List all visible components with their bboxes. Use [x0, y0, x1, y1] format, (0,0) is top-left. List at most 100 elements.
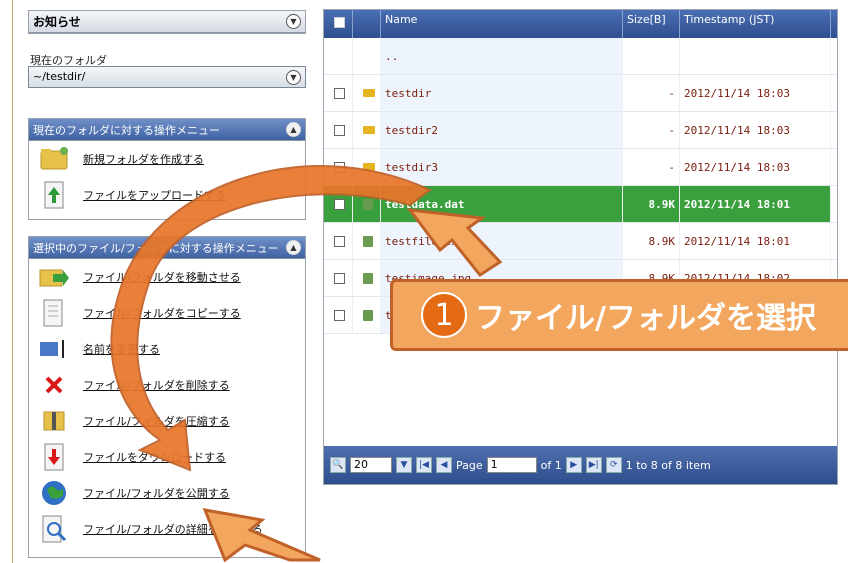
row-size: - [623, 75, 680, 111]
row-checkbox[interactable] [334, 124, 345, 136]
menu-item-label: ファイル/フォルダを削除する [83, 379, 230, 392]
page-input[interactable]: 1 [486, 457, 537, 473]
notice-header[interactable]: お知らせ ▼ [29, 11, 305, 33]
menu-item-download[interactable]: ファイルをダウンロードする [29, 439, 305, 475]
row-name[interactable]: .. [381, 38, 623, 74]
table-row[interactable]: testdata.dat 8.9K 2012/11/14 18:01 [324, 186, 837, 223]
row-size [623, 38, 680, 74]
menu-item-label: ファイル/フォルダをコピーする [83, 307, 241, 320]
row-checkbox[interactable] [334, 87, 345, 99]
row-timestamp: 2012/11/14 18:03 [680, 112, 831, 148]
page-of-label: of 1 [540, 458, 562, 472]
notice-panel: お知らせ ▼ [28, 10, 306, 34]
details-icon [39, 515, 69, 543]
table-row[interactable]: testfile.txt 8.9K 2012/11/14 18:01 [324, 223, 837, 260]
row-size: 8.9K [623, 186, 680, 222]
menu-item-upload[interactable]: ファイルをアップロードする [29, 177, 305, 213]
step-number: 1 [421, 292, 467, 338]
menu-item-move[interactable]: ファイル/フォルダを移動させる [29, 259, 305, 295]
column-header-timestamp[interactable]: Timestamp (JST) [680, 10, 831, 38]
page-label: Page [456, 458, 483, 472]
row-icon-cell [353, 112, 381, 148]
file-icon [363, 198, 373, 210]
selection-menu-title: 選択中のファイル/フォルダに対する操作メニュー [33, 241, 279, 255]
menu-item-label: ファイル/フォルダを公開する [83, 487, 230, 500]
chevron-down-icon[interactable]: ▼ [286, 14, 301, 29]
row-checkbox-cell[interactable] [324, 260, 353, 296]
row-checkbox[interactable] [334, 272, 345, 284]
row-name[interactable]: testfile.txt [381, 223, 623, 259]
last-page-icon[interactable]: ▶| [585, 457, 602, 473]
pager: 🔍 20 ▼ |◀ ◀ Page 1 of 1 ▶ ▶| ⟳ 1 to 8 of… [324, 446, 837, 484]
select-all-cell[interactable] [324, 10, 353, 38]
table-row[interactable]: .. [324, 38, 837, 75]
row-size: 8.9K [623, 223, 680, 259]
instruction-callout: 1 ファイル/フォルダを選択 [390, 279, 848, 351]
row-checkbox-cell[interactable] [324, 112, 353, 148]
page-summary: 1 to 8 of 8 item [625, 458, 711, 472]
row-name[interactable]: testdir [381, 75, 623, 111]
column-header-size[interactable]: Size[B] [623, 10, 680, 38]
menu-item-details[interactable]: ファイル/フォルダの詳細を表示する [29, 511, 305, 547]
download-icon [39, 443, 69, 471]
select-all-checkbox[interactable] [334, 17, 345, 28]
search-icon[interactable]: 🔍 [330, 457, 346, 473]
refresh-icon[interactable]: ⟳ [605, 457, 622, 473]
chevron-up-icon[interactable]: ▲ [286, 122, 301, 137]
copy-icon [39, 299, 69, 327]
table-row[interactable]: testdir -2012/11/14 18:03 [324, 75, 837, 112]
menu-item-label: 新規フォルダを作成する [83, 153, 204, 166]
page-size-select[interactable]: 20 [350, 457, 392, 473]
selection-menu-header[interactable]: 選択中のファイル/フォルダに対する操作メニュー ▲ [29, 237, 305, 259]
chevron-up-icon[interactable]: ▲ [286, 240, 301, 255]
row-size: - [623, 149, 680, 185]
menu-item-label: ファイルをアップロードする [83, 189, 226, 202]
first-page-icon[interactable]: |◀ [416, 457, 432, 473]
current-folder-select[interactable]: ~/testdir/ ▼ [28, 66, 306, 88]
row-checkbox-cell[interactable] [324, 186, 353, 222]
row-checkbox-cell[interactable] [324, 149, 353, 185]
row-timestamp [680, 38, 831, 74]
folder-icon [363, 126, 375, 134]
table-row[interactable]: testdir3-2012/11/14 18:03 [324, 149, 837, 186]
menu-item-label: ファイル/フォルダの詳細を表示する [83, 523, 263, 536]
row-checkbox-cell[interactable] [324, 297, 353, 333]
menu-item-publish[interactable]: ファイル/フォルダを公開する [29, 475, 305, 511]
row-name[interactable]: testdata.dat [381, 186, 623, 222]
row-checkbox-cell[interactable] [324, 75, 353, 111]
row-checkbox[interactable] [334, 309, 345, 321]
row-icon-cell [353, 260, 381, 296]
column-header-label: Timestamp (JST) [684, 13, 775, 26]
row-checkbox-cell[interactable] [324, 223, 353, 259]
row-checkbox[interactable] [334, 235, 345, 247]
menu-item-compress[interactable]: ファイル/フォルダを圧縮する [29, 403, 305, 439]
chevron-down-icon[interactable]: ▼ [286, 70, 301, 85]
folder-icon [363, 89, 375, 97]
publish-icon [39, 479, 69, 507]
menu-item-delete[interactable]: ファイル/フォルダを削除する [29, 367, 305, 403]
prev-page-icon[interactable]: ◀ [436, 457, 452, 473]
row-icon-cell [353, 38, 381, 74]
row-name[interactable]: testdir2 [381, 112, 623, 148]
table-row[interactable]: testdir2-2012/11/14 18:03 [324, 112, 837, 149]
compress-icon [39, 407, 69, 435]
menu-item-label: ファイルをダウンロードする [83, 451, 226, 464]
delete-icon [39, 371, 69, 399]
row-size: - [623, 112, 680, 148]
chevron-down-icon[interactable]: ▼ [396, 457, 412, 473]
file-icon [363, 235, 373, 247]
rename-icon [39, 335, 69, 363]
menu-item-label: ファイル/フォルダを圧縮する [83, 415, 230, 428]
row-checkbox[interactable] [334, 161, 345, 173]
column-header-name[interactable]: Name [381, 10, 623, 38]
menu-item-new-folder[interactable]: 新規フォルダを作成する [29, 141, 305, 177]
row-name[interactable]: testdir3 [381, 149, 623, 185]
folder-menu-panel: 現在のフォルダに対する操作メニュー ▲ 新規フォルダを作成する ファイルをアップ… [28, 118, 306, 220]
row-timestamp: 2012/11/14 18:03 [680, 75, 831, 111]
next-page-icon[interactable]: ▶ [565, 457, 582, 473]
menu-item-copy[interactable]: ファイル/フォルダをコピーする [29, 295, 305, 331]
menu-item-rename[interactable]: 名前を変更する [29, 331, 305, 367]
row-checkbox[interactable] [334, 198, 345, 210]
folder-menu-header[interactable]: 現在のフォルダに対する操作メニュー ▲ [29, 119, 305, 141]
row-checkbox-cell[interactable] [324, 38, 353, 74]
